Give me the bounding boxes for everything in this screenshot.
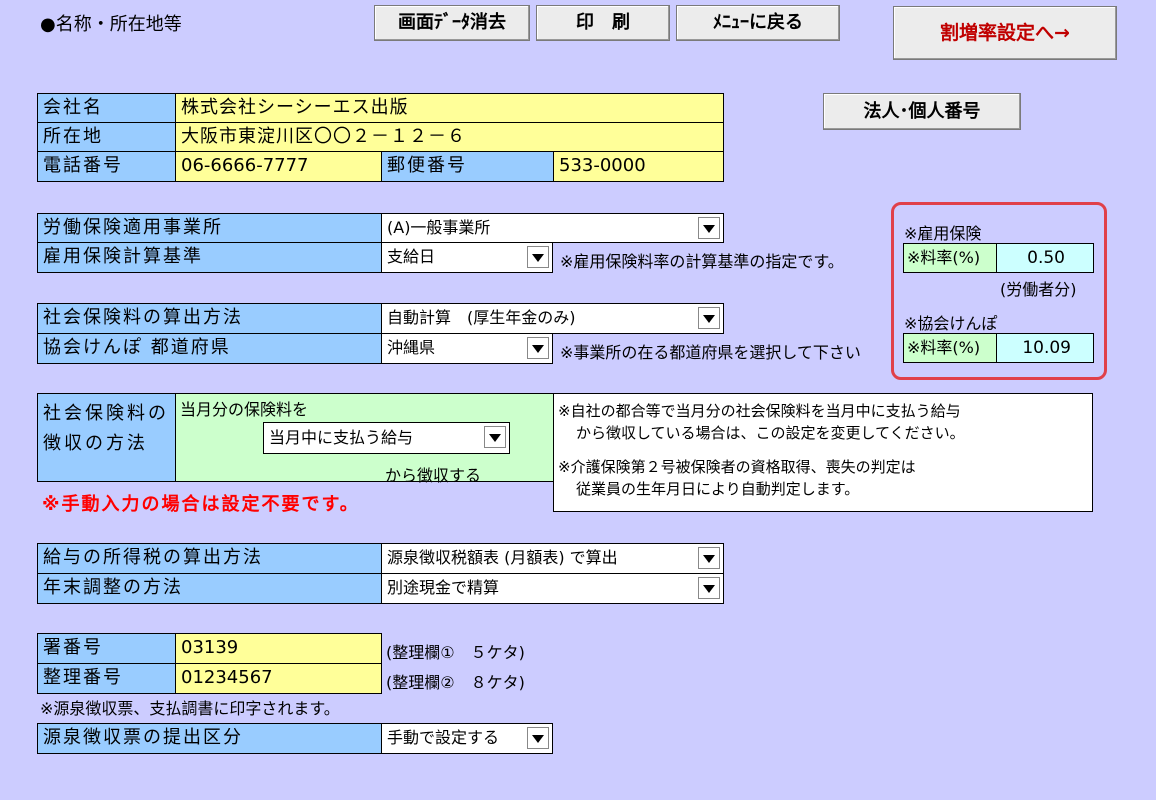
dropdown-arrow-icon[interactable] (698, 217, 720, 239)
collection-notes-box: ※自社の都合等で当月分の社会保険料を当月中に支払う給与 から徴収している場合は、… (553, 393, 1093, 512)
employment-insurance-title: ※雇用保険 (904, 224, 982, 243)
reference-number-field[interactable]: 01234567 (175, 663, 382, 694)
kyokai-rate-label: ※料率(%) (903, 333, 997, 363)
print-note: ※源泉徴収票、支払調書に印字されます。 (40, 699, 340, 718)
labor-office-label: 労働保険適用事業所 (37, 213, 382, 243)
social-calc-method-label: 社会保険料の算出方法 (37, 303, 382, 334)
collection-note2-line1: ※介護保険第２号被保険者の資格取得、喪失の判定は (558, 458, 916, 476)
tax-office-number-field[interactable]: 03139 (175, 633, 382, 664)
dropdown-arrow-icon[interactable] (527, 337, 549, 359)
employment-calc-basis-value: 支給日 (387, 247, 436, 266)
dropdown-arrow-icon[interactable] (484, 426, 506, 448)
dropdown-arrow-icon[interactable] (698, 307, 720, 329)
reference-number-note: (整理欄② ８ケタ) (386, 673, 525, 692)
withholding-submission-value: 手動で設定する (387, 728, 500, 747)
year-end-adjustment-value: 別途現金で精算 (387, 578, 500, 597)
collection-note1-line1: ※自社の都合等で当月分の社会保険料を当月中に支払う給与 (558, 402, 961, 420)
my-number-button[interactable]: 法人･個人番号 (823, 93, 1021, 130)
back-to-menu-button[interactable]: ﾒﾆｭｰに戻る (676, 5, 840, 41)
social-calc-method-value: 自動計算 (厚生年金のみ) (387, 308, 576, 327)
kyokai-prefecture-select[interactable]: 沖縄県 (381, 333, 553, 364)
labor-office-value: (A)一般事業所 (387, 218, 491, 237)
company-name-label: 会社名 (37, 93, 176, 123)
employment-rate-value[interactable]: 0.50 (996, 243, 1094, 273)
tax-office-number-label: 署番号 (37, 633, 176, 664)
withholding-submission-label: 源泉徴収票の提出区分 (37, 723, 382, 754)
employment-calc-basis-note: ※雇用保険料率の計算基準の指定です。 (560, 252, 844, 271)
social-calc-method-select[interactable]: 自動計算 (厚生年金のみ) (381, 303, 724, 334)
collection-note2-line2: 従業員の生年月日により自動判定します。 (576, 480, 860, 498)
employment-rate-label: ※料率(%) (903, 243, 997, 273)
dropdown-arrow-icon[interactable] (527, 727, 549, 749)
kyokai-prefecture-note: ※事業所の在る都道府県を選択して下さい (560, 343, 861, 362)
employment-calc-basis-select[interactable]: 支給日 (381, 242, 553, 273)
employment-calc-basis-label: 雇用保険計算基準 (37, 242, 382, 273)
company-name-field[interactable]: 株式会社シーシーエス出版 (175, 93, 724, 123)
kyokai-title: ※協会けんぽ (904, 314, 998, 333)
kyokai-rate-value[interactable]: 10.09 (996, 333, 1094, 363)
labor-office-select[interactable]: (A)一般事業所 (381, 213, 724, 243)
year-end-adjustment-label: 年末調整の方法 (37, 573, 382, 604)
dropdown-arrow-icon[interactable] (698, 547, 720, 569)
withholding-submission-select[interactable]: 手動で設定する (381, 723, 553, 754)
kyokai-prefecture-value: 沖縄県 (387, 338, 436, 357)
dropdown-arrow-icon[interactable] (698, 577, 720, 599)
income-tax-method-select[interactable]: 源泉徴収税額表 (月額表) で算出 (381, 543, 724, 574)
collection-note1-line2: から徴収している場合は、この設定を変更してください。 (576, 424, 965, 442)
collection-timing-value: 当月中に支払う給与 (269, 428, 414, 447)
collection-method-label: 社会保険料の 徴収の方法 (37, 393, 176, 482)
postal-code-label: 郵便番号 (381, 151, 554, 182)
address-field[interactable]: 大阪市東淀川区〇〇２－１２－６ (175, 122, 724, 152)
phone-field[interactable]: 06-6666-7777 (175, 151, 382, 182)
manual-input-warning: ※手動入力の場合は設定不要です。 (42, 494, 360, 515)
collection-label-line1: 社会保険料の (43, 403, 169, 424)
rate-settings-button[interactable]: 割増率設定へ→ (893, 6, 1117, 60)
income-tax-method-value: 源泉徴収税額表 (月額表) で算出 (387, 548, 618, 567)
employment-rate-subnote: (労働者分) (1000, 280, 1077, 299)
income-tax-method-label: 給与の所得税の算出方法 (37, 543, 382, 574)
print-button[interactable]: 印 刷 (536, 5, 670, 41)
collection-suffix-text: から徴収する (385, 466, 482, 485)
year-end-adjustment-select[interactable]: 別途現金で精算 (381, 573, 724, 604)
collection-label-line2: 徴収の方法 (43, 433, 148, 454)
collection-timing-select[interactable]: 当月中に支払う給与 (263, 422, 510, 454)
postal-code-field[interactable]: 533-0000 (553, 151, 724, 182)
address-label: 所在地 (37, 122, 176, 152)
kyokai-prefecture-label: 協会けんぽ 都道府県 (37, 333, 382, 364)
section-title: ●名称・所在地等 (40, 14, 182, 35)
phone-label: 電話番号 (37, 151, 176, 182)
dropdown-arrow-icon[interactable] (527, 246, 549, 268)
collection-prefix-text: 当月分の保険料を (180, 400, 309, 419)
reference-number-label: 整理番号 (37, 663, 176, 694)
clear-data-button[interactable]: 画面ﾃﾞｰﾀ消去 (374, 5, 530, 41)
tax-office-number-note: (整理欄① ５ケタ) (386, 643, 525, 662)
